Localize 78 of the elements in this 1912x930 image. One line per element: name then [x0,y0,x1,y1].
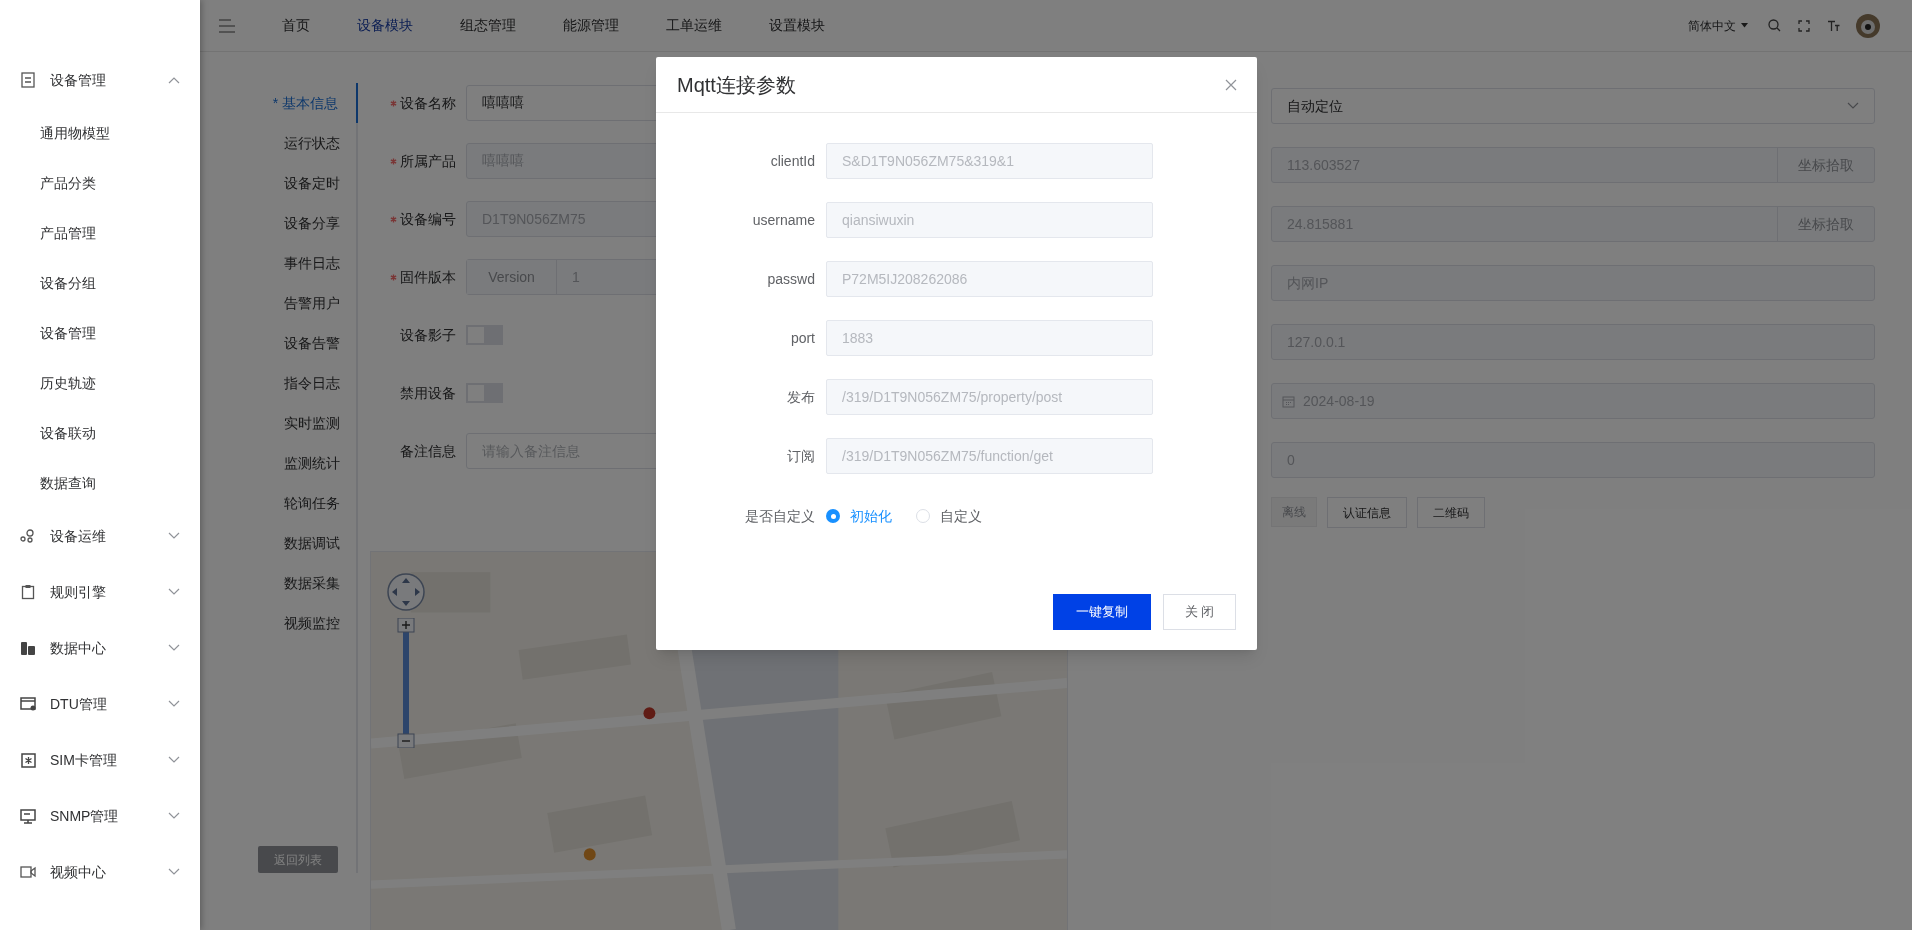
fullscreen-icon[interactable] [1798,19,1810,32]
sidebar-subitem[interactable]: 数据查询 [0,458,200,508]
sidebar-subitem[interactable]: 产品分类 [0,158,200,208]
location-select[interactable]: 自动定位 [1271,88,1875,124]
monitor-icon [20,808,36,824]
nav-tab[interactable]: 工单运维 [666,15,722,36]
field-label: 所属产品 [400,151,456,171]
menu-icon[interactable] [218,18,236,33]
search-icon[interactable] [1768,19,1781,32]
caret-icon [1741,23,1748,28]
sidebar-item[interactable]: 设备管理 [0,52,200,108]
action-button[interactable]: 二维码 [1417,497,1485,528]
section-tab[interactable]: 设备告警 [250,323,358,363]
avatar[interactable] [1856,13,1880,38]
chevron-down-icon [1847,102,1859,110]
sidebar-item[interactable]: 数据中心 [0,620,200,676]
field-label: 订阅 [787,446,815,466]
field-label: 设备名称 [400,93,456,113]
field-label: port [790,328,815,348]
sidebar-subitem[interactable]: 设备联动 [0,408,200,458]
nav-tab[interactable]: 能源管理 [563,15,619,36]
field-label: 设备编号 [400,209,456,229]
sidebar-item[interactable]: SNMP管理 [0,788,200,844]
section-tab[interactable]: 设备分享 [250,203,358,243]
section-tab[interactable]: 告警用户 [250,283,358,323]
pan-control-icon[interactable] [386,572,426,612]
radio-option[interactable]: 初始化 [826,505,892,527]
sim-card-icon [20,752,36,768]
radio-option[interactable]: 自定义 [916,505,982,527]
section-tab[interactable]: 事件日志 [250,243,358,283]
nav-tab[interactable]: 组态管理 [460,15,516,36]
video-camera-icon [20,866,36,878]
field-label: 是否自定义 [745,506,815,526]
section-tab[interactable]: 运行状态 [250,123,358,163]
section-tab[interactable]: 轮询任务 [250,483,358,523]
section-tab[interactable]: 监测统计 [250,443,358,483]
field-label: passwd [767,269,815,289]
calendar-icon [1282,394,1295,408]
action-button[interactable]: 认证信息 [1327,497,1407,528]
sidebar-item[interactable]: 规则引擎 [0,564,200,620]
field-label: 备注信息 [400,441,456,461]
field-label: clientId [770,151,815,171]
sidebar-subitem[interactable]: 设备分组 [0,258,200,308]
section-tab[interactable]: 视频监控 [250,603,358,643]
sidebar-subitem[interactable]: 产品管理 [0,208,200,258]
close-icon[interactable] [1225,78,1237,91]
sidebar-item[interactable]: SIM卡管理 [0,732,200,788]
sidebar-item[interactable]: DTU管理 [0,676,200,732]
field-label: 设备影子 [400,325,456,345]
section-tab[interactable]: 设备定时 [250,163,358,203]
nav-tab[interactable]: 设备模块 [357,15,413,36]
copy-button[interactable]: 一键复制 [1053,594,1151,630]
sidebar-item[interactable]: 设备运维 [0,508,200,564]
document-icon [21,72,35,88]
section-tab[interactable]: 数据采集 [250,563,358,603]
coins-icon [20,640,36,656]
nodes-icon [20,529,36,543]
language-dropdown[interactable]: 简体中文 [1688,16,1748,35]
sidebar-subitem[interactable]: 历史轨迹 [0,358,200,408]
field-label: 发布 [787,387,815,407]
section-tab[interactable]: 实时监测 [250,403,358,443]
close-button[interactable]: 关 闭 [1163,594,1236,630]
text-size-icon[interactable] [1827,19,1840,32]
section-tab[interactable]: 数据调试 [250,523,358,563]
card-icon [20,697,36,711]
sidebar-subitem[interactable]: 通用物模型 [0,108,200,158]
section-tab[interactable]: 指令日志 [250,363,358,403]
sidebar-subitem[interactable]: 设备管理 [0,308,200,358]
nav-tab[interactable]: 设置模块 [769,15,825,36]
sidebar-item[interactable]: 视频中心 [0,844,200,900]
field-label: username [752,210,815,230]
dialog-title: Mqtt连接参数 [677,72,797,98]
field-label: 固件版本 [400,267,456,287]
clipboard-icon [21,584,35,600]
nav-tab[interactable]: 首页 [282,15,310,36]
section-tab[interactable]: * 基本信息 [250,83,358,123]
zoom-slider-icon[interactable] [396,618,416,748]
field-label: 禁用设备 [400,383,456,403]
